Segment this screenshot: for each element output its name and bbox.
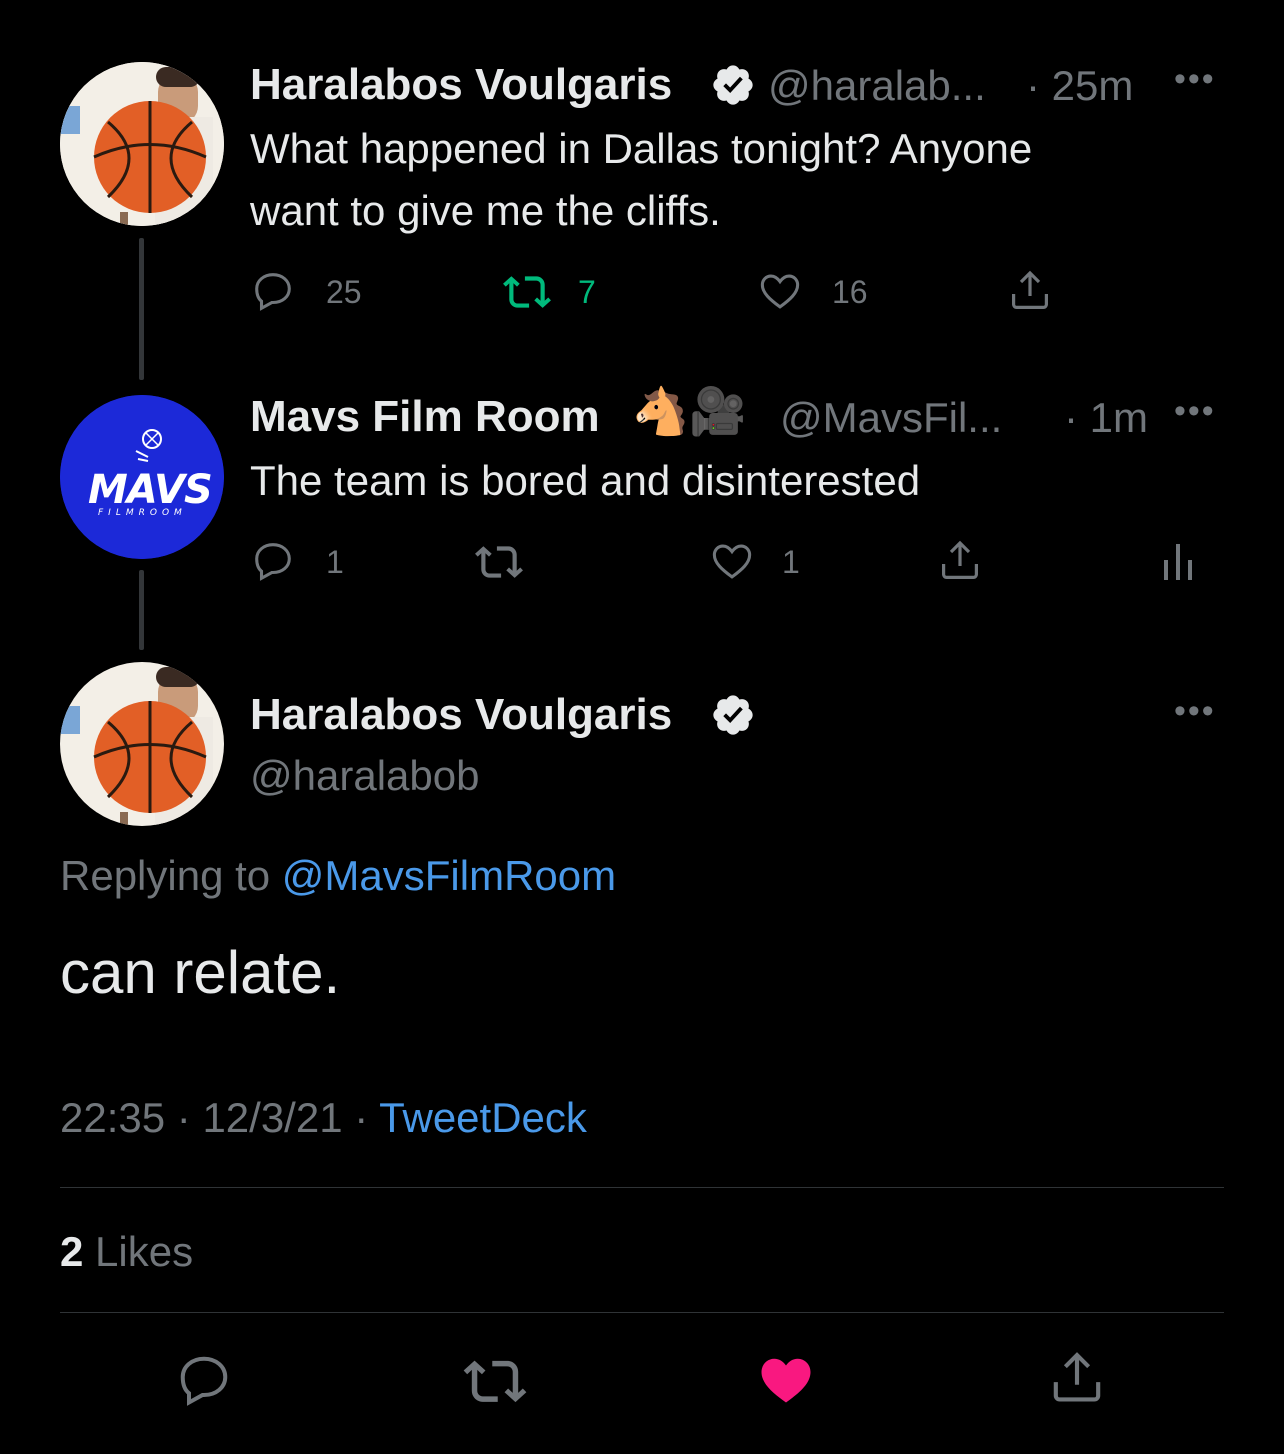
reply-icon[interactable] [250, 538, 296, 584]
share-icon[interactable] [936, 536, 984, 584]
like-icon[interactable] [708, 538, 756, 584]
tweet2-display-name[interactable]: Mavs Film Room [250, 392, 600, 442]
verified-badge-icon [710, 62, 756, 108]
avatar-mavs-film-room[interactable]: MAVS FILMROOM [60, 395, 224, 559]
tweet-time[interactable]: 22:35 [60, 1094, 165, 1141]
separator: · [165, 1094, 203, 1141]
likes-count: 2 [60, 1228, 84, 1275]
tweet2-like-count: 1 [782, 544, 800, 580]
tweet1-text-line1: What happened in Dallas tonight? Anyone [250, 125, 1033, 172]
main-tweet-text: can relate. [60, 939, 341, 1006]
replying-to-label: Replying to [60, 852, 271, 899]
more-icon[interactable]: ••• [1174, 60, 1216, 99]
main-handle[interactable]: @haralabob [250, 752, 479, 800]
reply-icon[interactable] [250, 268, 296, 314]
tweet1-handle[interactable]: @haralab... [768, 62, 986, 110]
share-icon[interactable] [1006, 266, 1054, 314]
tweet-date[interactable]: 12/3/21 [202, 1094, 342, 1141]
avatar-image [60, 662, 224, 826]
separator: · [342, 1094, 380, 1141]
like-icon-active[interactable] [755, 1350, 817, 1410]
analytics-icon[interactable] [1160, 536, 1200, 584]
mavs-logo-text: MAVS [88, 467, 213, 513]
verified-badge-icon [710, 692, 756, 738]
likes-summary[interactable]: 2 Likes [60, 1228, 193, 1276]
tweet2-reply-count: 1 [326, 544, 344, 580]
divider [60, 1187, 1224, 1188]
thread-line [139, 238, 144, 380]
tweet-metadata: 22:35 · 12/3/21 · TweetDeck [60, 1094, 587, 1142]
retweet-icon[interactable] [502, 268, 552, 314]
mavs-logo-subtext: FILMROOM [98, 508, 187, 518]
avatar-image [60, 62, 224, 226]
replying-to: Replying to @MavsFilmRoom [60, 852, 616, 900]
tweet1-display-name[interactable]: Haralabos Voulgaris [250, 60, 672, 110]
thread-line [139, 570, 144, 650]
tweet2-handle[interactable]: @MavsFil... [780, 394, 1002, 442]
main-display-name[interactable]: Haralabos Voulgaris [250, 690, 672, 740]
tweet-source[interactable]: TweetDeck [379, 1094, 587, 1141]
avatar-haralabos[interactable] [60, 62, 224, 226]
tweet1-reply-count: 25 [326, 274, 362, 310]
avatar-haralabos[interactable] [60, 662, 224, 826]
likes-label: Likes [95, 1228, 194, 1275]
tweet2-time[interactable]: · 1m [1064, 394, 1148, 442]
retweet-icon[interactable] [462, 1350, 528, 1410]
tweet2-text: The team is bored and disinterested [250, 457, 921, 504]
more-icon[interactable]: ••• [1174, 692, 1216, 731]
tweet1-text-line2: want to give me the cliffs. [250, 187, 721, 234]
like-icon[interactable] [756, 268, 804, 314]
more-icon[interactable]: ••• [1174, 392, 1216, 431]
share-icon[interactable] [1046, 1346, 1108, 1408]
divider [60, 1312, 1224, 1313]
tweet1-like-count: 16 [832, 274, 868, 310]
tweet2-emoji: 🐴🎥 [632, 385, 747, 437]
replying-to-handle[interactable]: @MavsFilmRoom [282, 852, 616, 899]
tweet1-time[interactable]: · 25m [1026, 62, 1133, 110]
retweet-icon[interactable] [474, 538, 524, 584]
reply-icon[interactable] [174, 1350, 234, 1410]
tweet1-retweet-count: 7 [578, 274, 596, 310]
